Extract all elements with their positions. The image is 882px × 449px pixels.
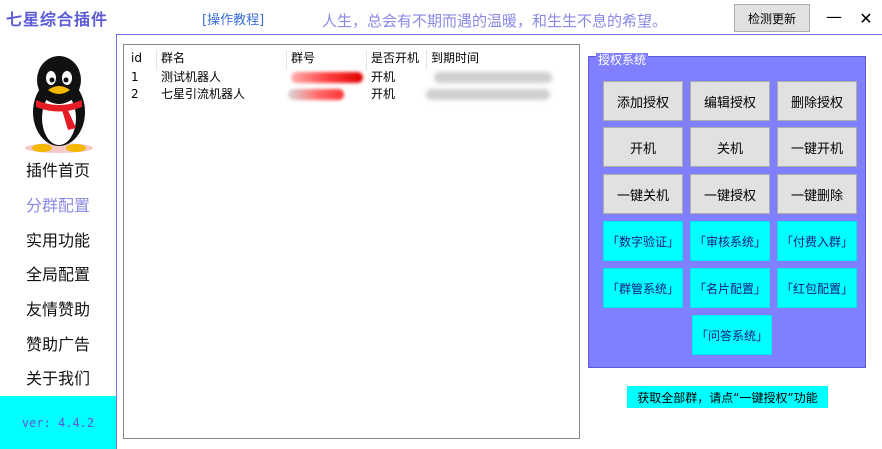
delete-auth-button[interactable]: 删除授权 <box>777 81 857 121</box>
version-label: ver: 4.4.2 <box>0 396 116 449</box>
column-divider[interactable] <box>366 50 367 70</box>
redacted-group-number <box>291 72 363 83</box>
sidebar-item-utilities[interactable]: 实用功能 <box>0 221 116 256</box>
edit-auth-button[interactable]: 编辑授权 <box>690 81 770 121</box>
paid-join-button[interactable]: 「付费入群」 <box>777 221 857 261</box>
auth-all-button[interactable]: 一键授权 <box>690 174 770 214</box>
row-id: 2 <box>131 87 139 101</box>
sidebar-item-about[interactable]: 关于我们 <box>0 360 116 395</box>
app-title: 七星综合插件 <box>6 10 109 29</box>
slogan-text: 人生，总会有不期而遇的温暖，和生生不息的希望。 <box>322 12 668 30</box>
hint-label: 获取全部群，请点“一键授权”功能 <box>627 386 828 408</box>
power-on-button[interactable]: 开机 <box>603 127 683 167</box>
power-off-button[interactable]: 关机 <box>690 127 770 167</box>
row-group-name: 测试机器人 <box>161 70 222 84</box>
check-update-button[interactable]: 检测更新 <box>734 4 810 32</box>
row-id: 1 <box>131 70 139 84</box>
card-config-button[interactable]: 「名片配置」 <box>690 268 770 308</box>
table-row[interactable]: 2 七星引流机器人 开机 <box>124 86 579 103</box>
redacted-expire-time <box>434 72 552 83</box>
table-row[interactable]: 1 测试机器人 开机 <box>124 69 579 86</box>
column-divider[interactable] <box>286 50 287 70</box>
add-auth-button[interactable]: 添加授权 <box>603 81 683 121</box>
qa-system-button[interactable]: 「问答系统」 <box>692 315 772 355</box>
sidebar: 插件首页 分群配置 实用功能 全局配置 友情赞助 赞助广告 关于我们 ver: … <box>0 34 116 449</box>
row-status: 开机 <box>371 70 396 84</box>
sidebar-item-ads[interactable]: 赞助广告 <box>0 325 116 360</box>
power-on-all-button[interactable]: 一键开机 <box>777 127 857 167</box>
redacted-expire-time <box>426 89 550 100</box>
qq-penguin-icon <box>25 56 93 153</box>
minimize-icon[interactable]: — <box>824 6 844 26</box>
column-header-id[interactable]: id <box>131 50 155 67</box>
power-off-all-button[interactable]: 一键关机 <box>603 174 683 214</box>
column-header-status[interactable]: 是否开机 <box>371 50 421 67</box>
sidebar-item-sponsor[interactable]: 友情赞助 <box>0 291 116 326</box>
sidebar-item-home[interactable]: 插件首页 <box>0 152 116 187</box>
row-status: 开机 <box>371 87 396 101</box>
review-system-button[interactable]: 「审核系统」 <box>690 221 770 261</box>
tutorial-link[interactable]: [操作教程] <box>202 9 264 28</box>
column-divider[interactable] <box>426 50 427 70</box>
red-packet-config-button[interactable]: 「红包配置」 <box>777 268 857 308</box>
column-divider[interactable] <box>156 50 157 70</box>
column-header-number[interactable]: 群号 <box>291 50 361 67</box>
delete-all-button[interactable]: 一键删除 <box>777 174 857 214</box>
sidebar-item-group-config[interactable]: 分群配置 <box>0 187 116 222</box>
auth-system-legend: 授权系统 <box>596 53 649 67</box>
sidebar-menu: 插件首页 分群配置 实用功能 全局配置 友情赞助 赞助广告 关于我们 <box>0 152 116 395</box>
column-header-name[interactable]: 群名 <box>161 50 281 67</box>
redacted-group-number <box>288 89 344 100</box>
row-group-name: 七星引流机器人 <box>161 87 246 101</box>
group-manage-button[interactable]: 「群管系统」 <box>603 268 683 308</box>
list-header: id 群名 群号 是否开机 到期时间 <box>124 50 579 70</box>
close-icon[interactable]: ✕ <box>856 8 876 28</box>
sidebar-item-global-config[interactable]: 全局配置 <box>0 256 116 291</box>
group-list[interactable]: id 群名 群号 是否开机 到期时间 1 测试机器人 开机 2 七星引流机器人 … <box>123 44 580 439</box>
digit-verify-button[interactable]: 「数字验证」 <box>603 221 683 261</box>
column-header-expire[interactable]: 到期时间 <box>431 50 571 67</box>
